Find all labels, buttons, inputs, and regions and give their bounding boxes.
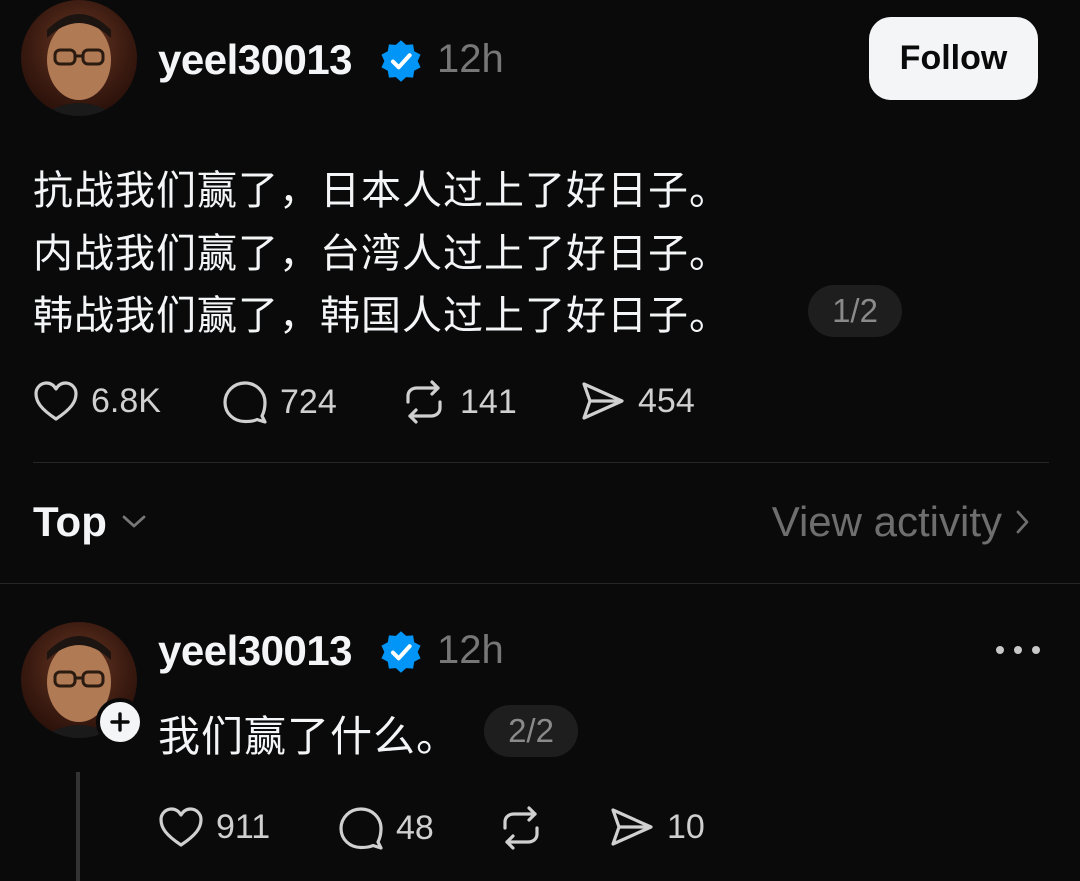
repost-button[interactable] <box>497 806 545 850</box>
repost-button[interactable]: 141 <box>400 380 517 424</box>
sort-dropdown[interactable]: Top <box>33 498 149 546</box>
share-count: 454 <box>638 381 695 420</box>
reply-text: 我们赢了什么。 <box>158 712 460 761</box>
follow-button[interactable]: Follow <box>869 17 1038 100</box>
comment-icon <box>223 381 267 424</box>
comment-count: 48 <box>396 808 434 847</box>
like-count: 911 <box>216 807 271 846</box>
comment-count: 724 <box>280 382 337 421</box>
heart-icon <box>159 807 203 847</box>
share-button[interactable]: 454 <box>580 380 695 422</box>
follow-plus-button[interactable] <box>96 698 144 746</box>
heart-icon <box>34 381 78 421</box>
post-text-line: 内战我们赢了，台湾人过上了好日子。 <box>33 231 730 277</box>
verified-badge-icon <box>381 40 421 82</box>
view-activity-label: View activity <box>771 498 1002 545</box>
verified-badge-icon <box>381 631 421 673</box>
chevron-right-icon <box>1016 510 1029 534</box>
view-activity-link[interactable]: View activity <box>772 498 1032 546</box>
thread-page-indicator: 2/2 <box>484 705 578 757</box>
repost-count: 141 <box>460 382 517 421</box>
share-count: 10 <box>667 807 705 846</box>
thread-page-indicator: 1/2 <box>808 285 902 337</box>
like-count: 6.8K <box>91 381 161 420</box>
repost-icon <box>503 806 539 850</box>
chevron-down-icon <box>122 515 146 528</box>
reply-author-username[interactable]: yeel30013 <box>158 627 353 675</box>
repost-icon <box>406 380 442 424</box>
divider <box>33 462 1049 463</box>
share-icon <box>611 808 653 846</box>
post-timestamp: 12h <box>437 37 504 81</box>
comment-icon <box>339 807 383 850</box>
like-button[interactable]: 911 <box>158 806 270 848</box>
reply-timestamp: 12h <box>437 628 504 672</box>
thread-connector-line <box>76 772 80 881</box>
post-text-line: 韩战我们赢了，韩国人过上了好日子。 <box>33 293 730 339</box>
comment-button[interactable]: 724 <box>222 380 337 424</box>
share-icon <box>582 382 624 420</box>
post-author-username[interactable]: yeel30013 <box>158 36 353 84</box>
sort-label: Top <box>33 498 107 545</box>
plus-icon <box>110 712 130 732</box>
share-button[interactable]: 10 <box>609 806 705 848</box>
like-button[interactable]: 6.8K <box>33 380 161 422</box>
comment-button[interactable]: 48 <box>338 806 434 850</box>
post-author-avatar[interactable] <box>21 0 137 116</box>
post-text-line: 抗战我们赢了，日本人过上了好日子。 <box>33 168 730 214</box>
divider <box>0 583 1080 584</box>
more-icon[interactable] <box>996 636 1040 664</box>
